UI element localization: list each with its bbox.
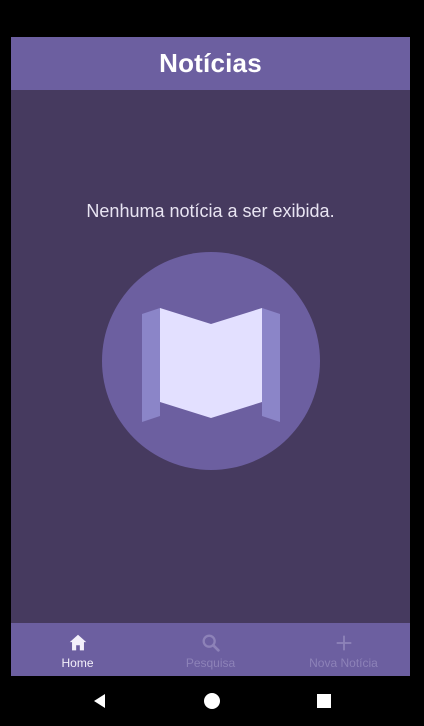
- recents-button[interactable]: [268, 676, 380, 726]
- back-button[interactable]: [44, 676, 156, 726]
- recents-square-icon: [317, 694, 331, 708]
- system-navigation-bar: [0, 676, 424, 726]
- nav-label-search: Pesquisa: [185, 655, 236, 670]
- back-icon: [94, 694, 105, 708]
- app-header: Notícias: [11, 37, 410, 90]
- nav-label-new-news: Nova Notícia: [309, 655, 378, 670]
- open-book-icon: [102, 252, 320, 470]
- nav-item-new-news[interactable]: Nova Notícia: [277, 623, 410, 676]
- app-screen: Notícias Nenhuma notícia a ser exibida. …: [11, 37, 410, 676]
- nav-label-home: Home: [61, 655, 94, 670]
- home-system-button[interactable]: [156, 676, 268, 726]
- search-icon: [202, 634, 220, 652]
- phone-frame: Notícias Nenhuma notícia a ser exibida. …: [0, 0, 424, 726]
- plus-icon: [336, 635, 351, 650]
- nav-item-search[interactable]: Pesquisa: [144, 623, 277, 676]
- bottom-navigation: Home Pesquisa Nova Notícia: [11, 623, 410, 676]
- home-icon: [69, 634, 86, 650]
- home-circle-icon: [204, 693, 220, 709]
- empty-state-message: Nenhuma notícia a ser exibida.: [86, 201, 335, 221]
- nav-item-home[interactable]: Home: [11, 623, 144, 676]
- page-title: Notícias: [159, 48, 262, 78]
